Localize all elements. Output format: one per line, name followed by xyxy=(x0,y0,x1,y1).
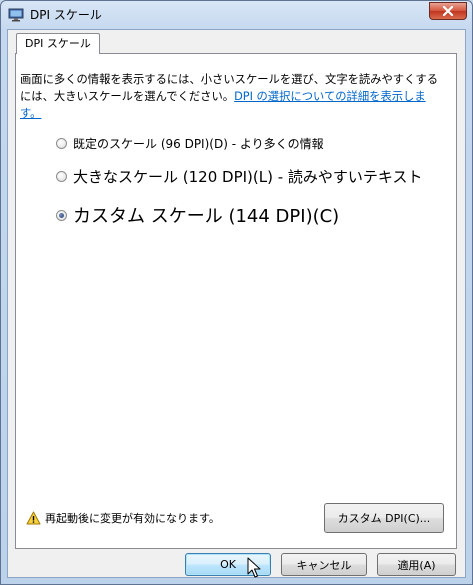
close-button[interactable] xyxy=(429,2,467,20)
option-default-scale-label: 既定のスケール (96 DPI)(D) - より多くの情報 xyxy=(73,137,324,151)
radio-default-scale[interactable] xyxy=(56,138,67,149)
warning-icon xyxy=(26,511,41,525)
close-icon xyxy=(442,6,454,16)
option-custom-scale-label: カスタム スケール (144 DPI)(C) xyxy=(73,206,340,227)
monitor-icon xyxy=(8,7,24,22)
custom-dpi-button[interactable]: カスタム DPI(C)... xyxy=(324,503,444,533)
description: 画面に多くの情報を表示するには、小さいスケールを選び、文字を読みやすくするには、… xyxy=(20,71,440,122)
option-large-scale[interactable]: 大きなスケール (120 DPI)(L) - 読みやすいテキスト xyxy=(56,166,422,187)
option-default-scale[interactable]: 既定のスケール (96 DPI)(D) - より多くの情報 xyxy=(56,135,324,152)
apply-button[interactable]: 適用(A) xyxy=(377,553,456,576)
title-bar[interactable]: DPI スケール xyxy=(1,1,472,29)
radio-large-scale[interactable] xyxy=(56,171,67,182)
tab-panel xyxy=(15,53,457,549)
restart-warning-text: 再起動後に変更が有効になります。 xyxy=(45,512,220,525)
window-title: DPI スケール xyxy=(30,8,102,22)
option-custom-scale[interactable]: カスタム スケール (144 DPI)(C) xyxy=(56,202,339,228)
restart-warning: 再起動後に変更が有効になります。 xyxy=(26,510,220,526)
dialog-client-area: DPI スケール 画面に多くの情報を表示するには、小さいスケールを選び、文字を読… xyxy=(7,29,466,578)
dialog-window: DPI スケール DPI スケール 画面に多くの情報を表示するには、小さいスケー… xyxy=(0,0,473,585)
cancel-button[interactable]: キャンセル xyxy=(281,553,367,576)
option-large-scale-label: 大きなスケール (120 DPI)(L) - 読みやすいテキスト xyxy=(73,168,423,186)
mouse-pointer-icon xyxy=(247,557,261,578)
tab-dpi-scale[interactable]: DPI スケール xyxy=(16,33,100,54)
radio-custom-scale[interactable] xyxy=(56,209,67,221)
